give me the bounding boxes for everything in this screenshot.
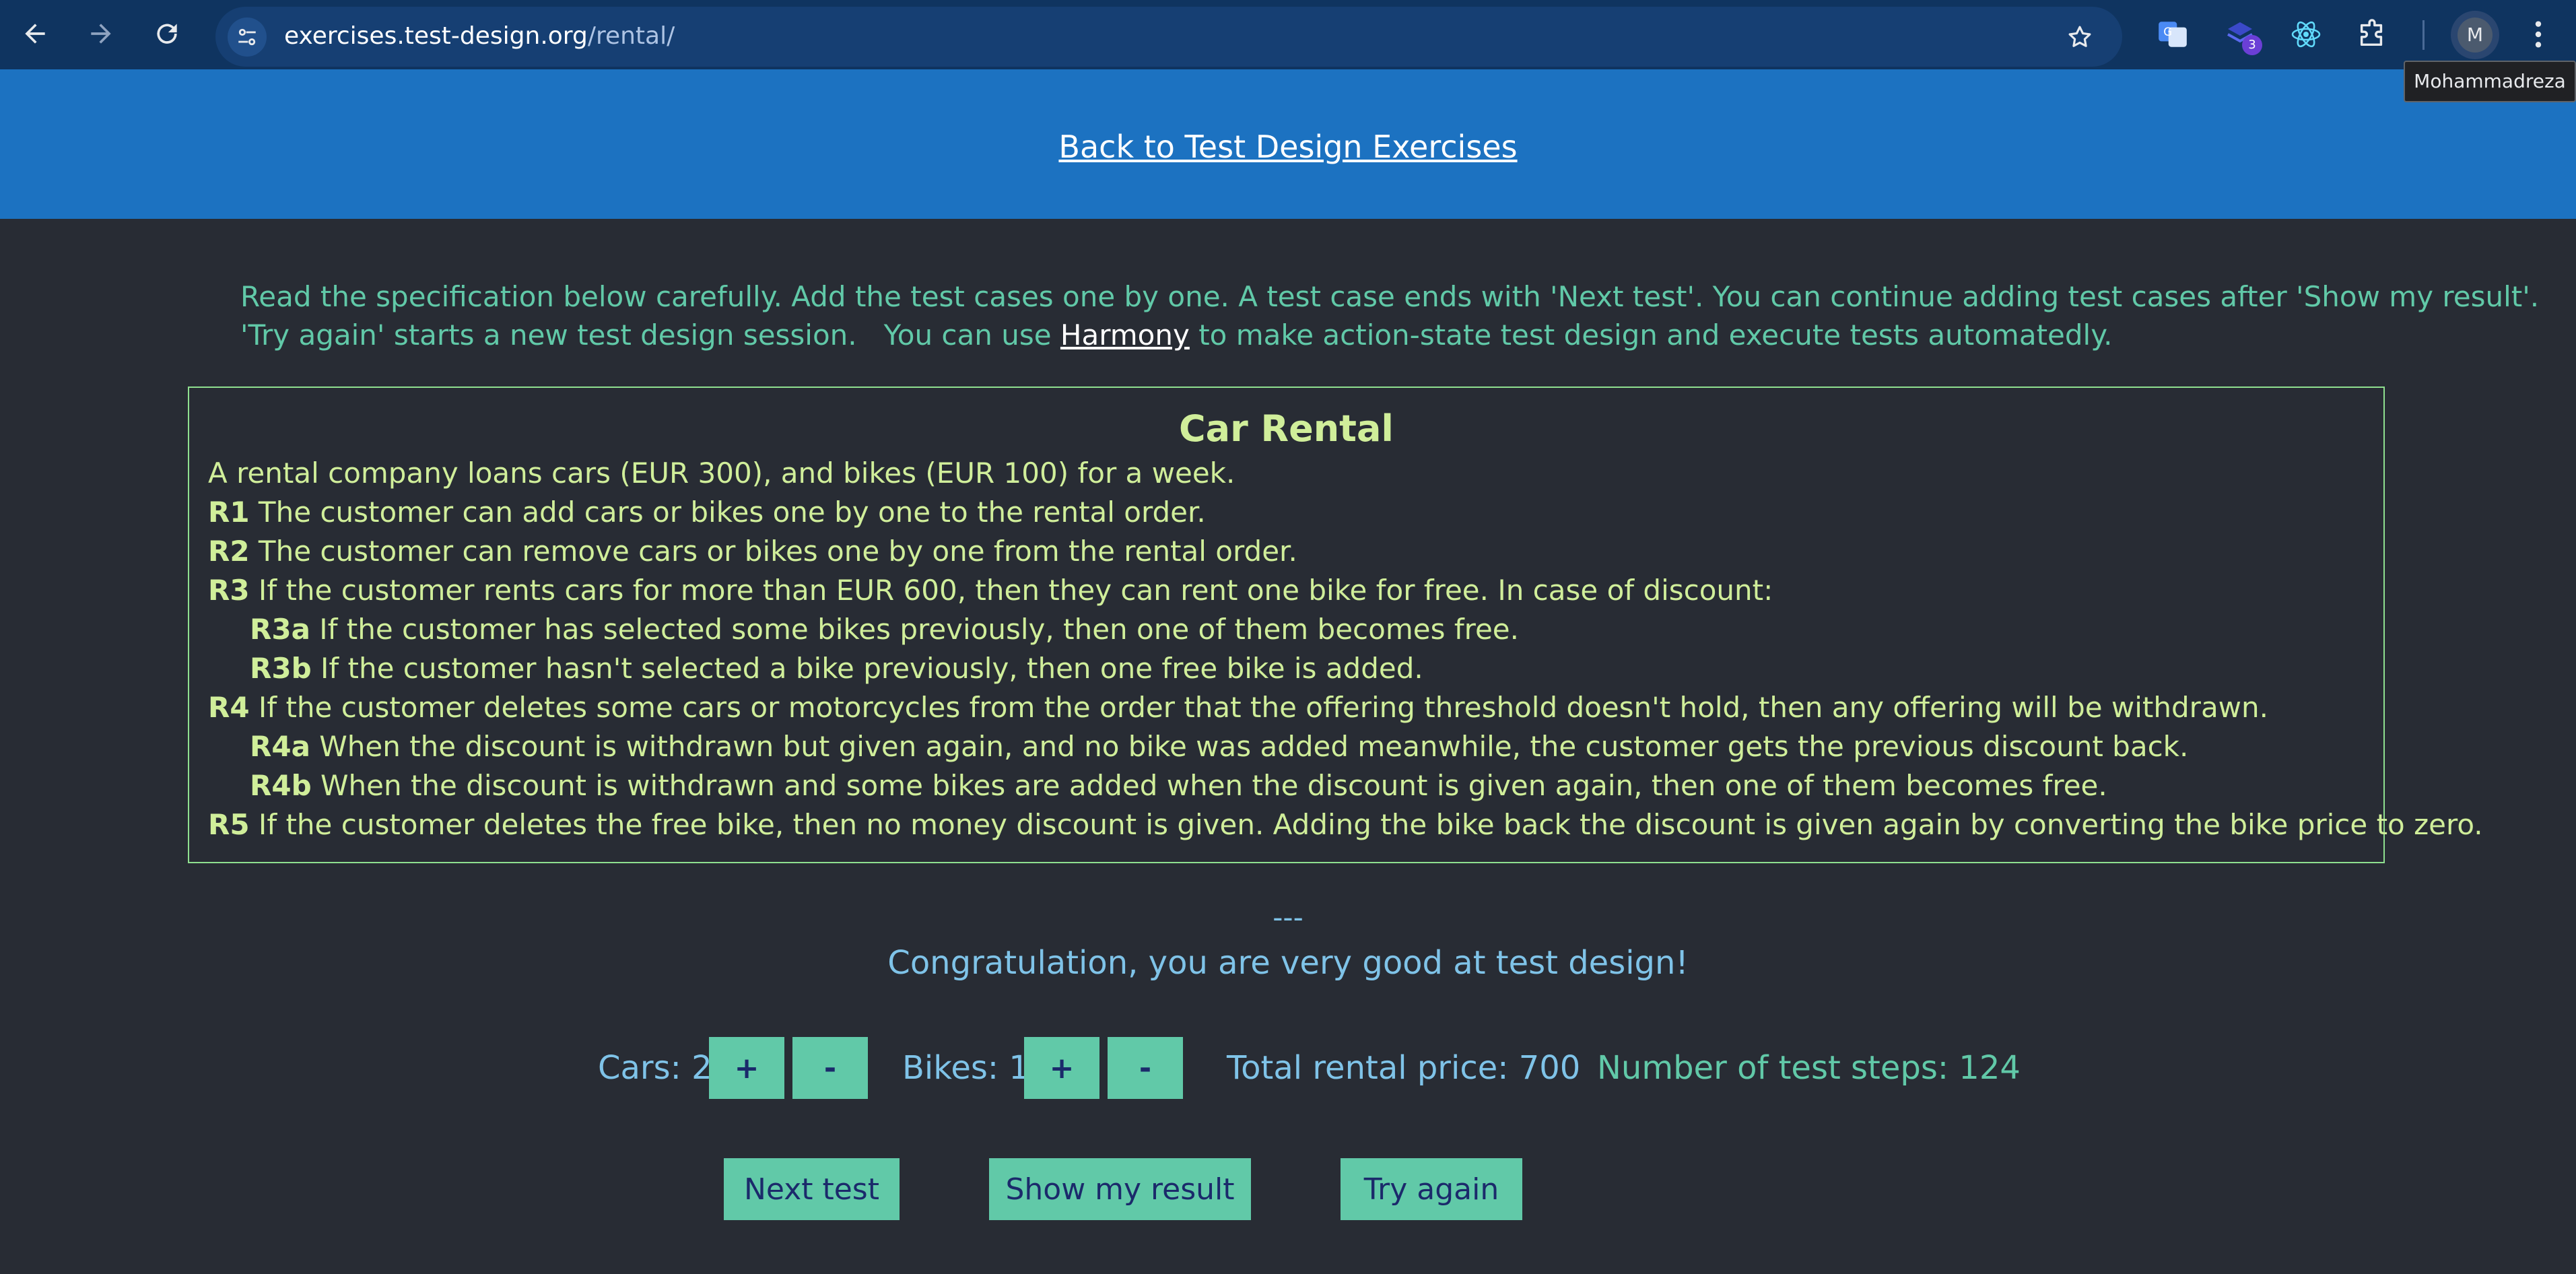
rule-text: When the discount is withdrawn and some … xyxy=(311,769,2107,802)
total-price: Total rental price: 700 xyxy=(1227,1036,1580,1100)
site-info-icon[interactable] xyxy=(228,18,267,57)
remove-bike-button[interactable]: - xyxy=(1108,1037,1183,1099)
spec-intro: A rental company loans cars (EUR 300), a… xyxy=(208,457,1235,490)
rule-text: When the discount is withdrawn but given… xyxy=(310,730,2189,763)
profile-avatar[interactable]: M xyxy=(2451,11,2499,59)
profile-tooltip: Mohammadreza xyxy=(2404,61,2576,102)
cars-count: Cars: 2 xyxy=(598,1036,712,1100)
rule-text: The customer can remove cars or bikes on… xyxy=(249,535,1297,568)
rule-r3a: R3a If the customer has selected some bi… xyxy=(208,610,2365,649)
rule-r4b: R4b When the discount is withdrawn and s… xyxy=(208,766,2365,805)
reload-icon[interactable] xyxy=(148,15,186,53)
extensions-puzzle-icon[interactable] xyxy=(2352,15,2392,54)
rule-text: If the customer hasn't selected a bike p… xyxy=(311,652,1423,685)
bikes-count: Bikes: 1 xyxy=(902,1036,1029,1100)
result-message: Congratulation, you are very good at tes… xyxy=(887,944,1689,982)
rule-text: If the customer deletes some cars or mot… xyxy=(249,691,2269,724)
rule-r5: R5 If the customer deletes the free bike… xyxy=(208,805,2483,844)
show-my-result-button[interactable]: Show my result xyxy=(989,1158,1251,1220)
next-test-button[interactable]: Next test xyxy=(724,1158,900,1220)
page-header: Back to Test Design Exercises xyxy=(0,69,2576,219)
bookmark-star-icon[interactable] xyxy=(2063,20,2097,54)
rule-id: R2 xyxy=(208,535,250,568)
rule-r4a: R4a When the discount is withdrawn but g… xyxy=(208,727,2365,766)
back-to-exercises-link[interactable]: Back to Test Design Exercises xyxy=(0,129,2576,165)
instructions-text-end: to make action-state test design and exe… xyxy=(1189,318,2113,351)
google-translate-icon[interactable]: G xyxy=(2153,15,2192,54)
rule-text: The customer can add cars or bikes one b… xyxy=(249,496,1206,529)
url-text[interactable]: exercises.test-design.org/rental/ xyxy=(284,23,675,50)
rule-text: If the customer has selected some bikes … xyxy=(310,613,1519,646)
profile-initial: M xyxy=(2458,18,2493,53)
rule-id: R5 xyxy=(208,808,250,841)
rule-r2: R2 The customer can remove cars or bikes… xyxy=(208,532,2365,571)
url-path: /rental/ xyxy=(587,22,675,50)
rule-r4: R4 If the customer deletes some cars or … xyxy=(208,688,2365,727)
url-host: exercises.test-design.org xyxy=(284,22,588,50)
rule-id: R3b xyxy=(250,652,312,685)
instructions: Read the specification below carefully. … xyxy=(240,277,2540,354)
rule-id: R4 xyxy=(208,691,250,724)
instructions-text: 'Try again' starts a new test design ses… xyxy=(240,318,1060,351)
extension-badge: 3 xyxy=(2242,35,2262,55)
back-arrow-icon[interactable] xyxy=(16,15,54,53)
total-price-label: Total rental price: 700 xyxy=(1227,1049,1581,1087)
test-steps: Number of test steps: 124 xyxy=(1597,1036,2021,1100)
spec-title: Car Rental xyxy=(1179,407,1394,450)
forward-arrow-icon[interactable] xyxy=(82,15,120,53)
bikes-count-label: Bikes: 1 xyxy=(902,1049,1029,1087)
rule-id: R3 xyxy=(208,574,250,607)
rule-id: R4a xyxy=(250,730,310,763)
instructions-line-2: 'Try again' starts a new test design ses… xyxy=(240,316,2462,354)
react-devtools-icon[interactable] xyxy=(2286,15,2326,54)
add-car-button[interactable]: + xyxy=(709,1037,784,1099)
rule-r3: R3 If the customer rents cars for more t… xyxy=(208,571,2365,610)
harmony-link[interactable]: Harmony xyxy=(1060,318,1190,351)
try-again-button[interactable]: Try again xyxy=(1341,1158,1522,1220)
instructions-line-1: Read the specification below carefully. … xyxy=(240,280,2540,313)
rule-id: R4b xyxy=(250,769,312,802)
result-separator: --- xyxy=(1273,901,1303,934)
address-bar[interactable]: exercises.test-design.org/rental/ xyxy=(215,7,2122,67)
rule-id: R1 xyxy=(208,496,250,529)
add-bike-button[interactable]: + xyxy=(1024,1037,1099,1099)
browser-menu-icon[interactable] xyxy=(2525,15,2552,54)
rule-id: R3a xyxy=(250,613,310,646)
rule-r1: R1 The customer can add cars or bikes on… xyxy=(208,493,2365,532)
toolbar-divider xyxy=(2422,20,2425,50)
test-steps-label: Number of test steps: 124 xyxy=(1597,1049,2021,1087)
rule-text: If the customer deletes the free bike, t… xyxy=(249,808,2483,841)
svg-text:G: G xyxy=(2163,26,2172,38)
rule-r3b: R3b If the customer hasn't selected a bi… xyxy=(208,649,2365,688)
rule-text: If the customer rents cars for more than… xyxy=(249,574,1773,607)
stacked-layers-extension-icon[interactable]: 3 xyxy=(2221,15,2262,55)
specification-box: Car Rental A rental company loans cars (… xyxy=(188,387,2483,863)
cars-count-label: Cars: 2 xyxy=(598,1049,712,1087)
browser-toolbar: exercises.test-design.org/rental/ G 3 M xyxy=(0,0,2576,69)
remove-car-button[interactable]: - xyxy=(792,1037,868,1099)
